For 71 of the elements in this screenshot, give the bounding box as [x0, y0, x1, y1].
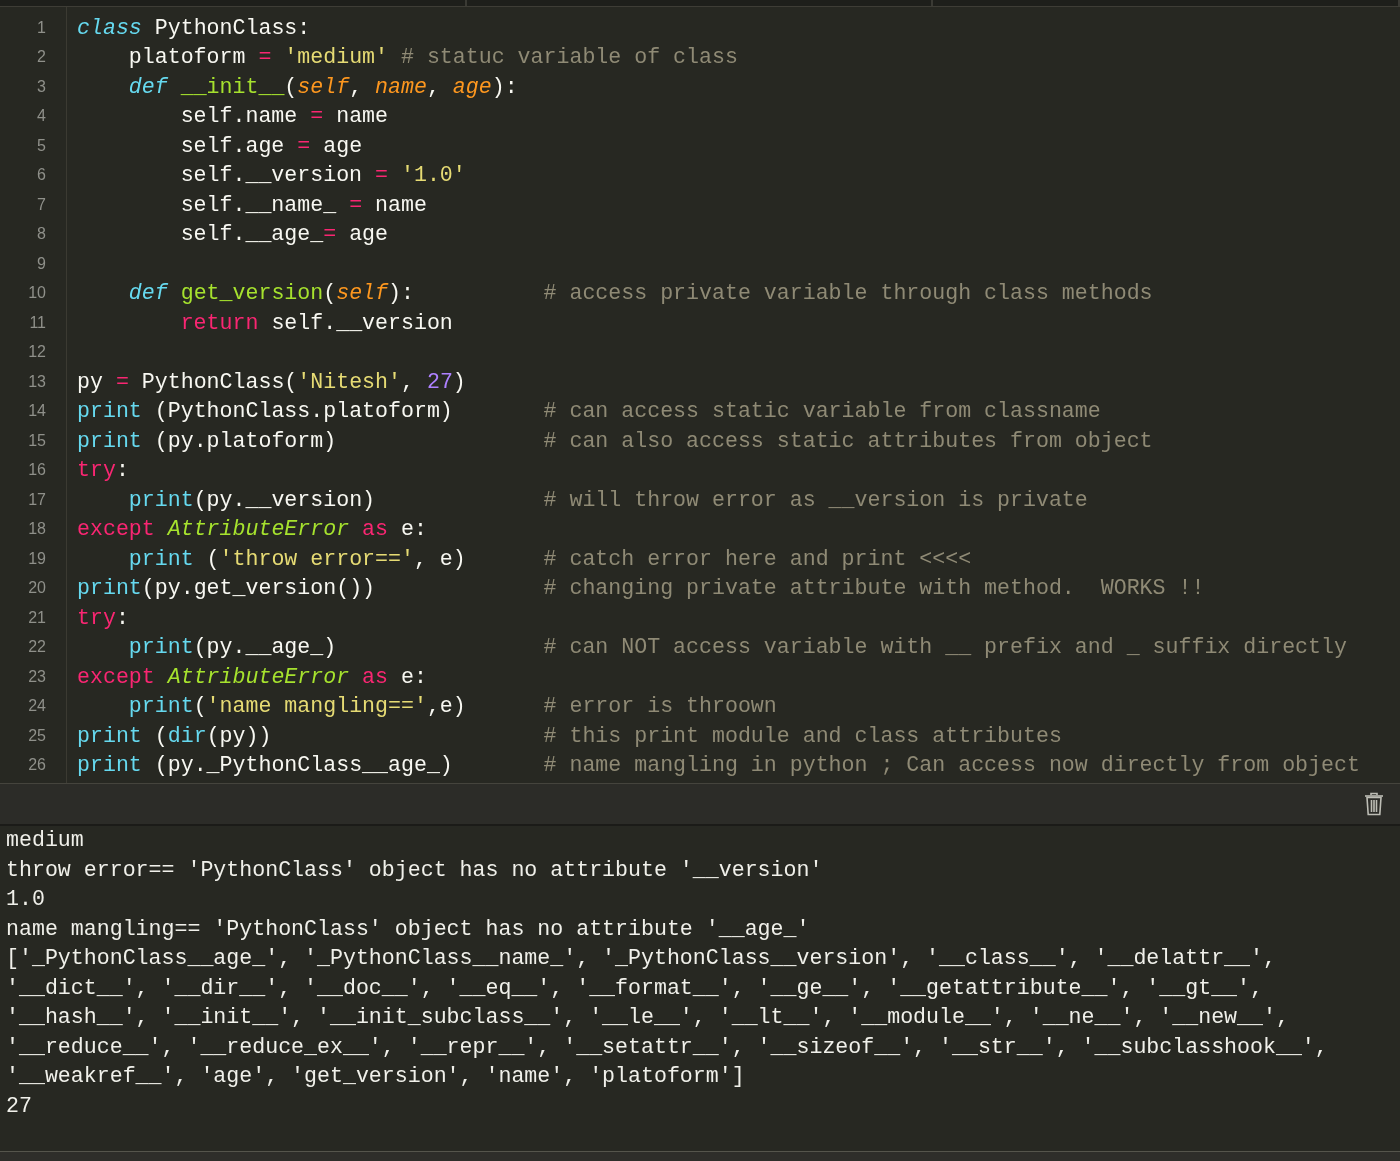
code-comment: # will throw error as __version is private	[543, 487, 1088, 512]
console-output-line: throw error== 'PythonClass' object has no attribute '__version'	[6, 856, 824, 884]
line-number: 6	[36, 166, 46, 185]
code-line: print ('throw error==', e)	[128, 546, 466, 571]
code-line: print (dir(py))	[77, 723, 272, 748]
line-number: 19	[27, 549, 46, 568]
code-comment: # name mangling in python ; Can access now directly from object	[543, 753, 1360, 778]
console-output-line: 1.0	[6, 886, 46, 913]
line-number: 21	[27, 608, 46, 627]
trash-icon[interactable]	[1364, 792, 1384, 816]
code-line: self.__age_= age	[180, 222, 388, 247]
code-line: print (py.platoform)	[77, 428, 337, 453]
line-number: 24	[27, 697, 46, 716]
line-number: 18	[27, 520, 46, 539]
line-number: 2	[36, 48, 46, 67]
code-line: self.__version = '1.0'	[180, 163, 466, 188]
code-comment: # error is throown	[543, 694, 777, 719]
code-comment: # this print module and class attributes	[543, 723, 1062, 748]
code-comment: # can also access static attributes from object	[543, 428, 1153, 453]
code-comment: # catch error here and print <<<<	[543, 546, 972, 571]
code-line: class PythonClass:	[77, 15, 311, 40]
line-number: 25	[27, 726, 46, 745]
line-number: 23	[27, 667, 46, 686]
code-line: self.age = age	[180, 133, 363, 158]
console-output-line: ['_PythonClass__age_', '_PythonClass__name_', '_PythonClass__version', '__class__', '__delattr__',	[6, 945, 1277, 972]
code-comment: # can NOT access variable with __ prefix and _ suffix directly	[543, 635, 1347, 660]
code-line: try:	[77, 605, 129, 630]
console-output-line: name mangling== 'PythonClass' object has no attribute '__age_'	[6, 915, 811, 943]
line-number: 12	[27, 343, 46, 362]
line-number: 7	[36, 195, 46, 214]
line-number: 9	[36, 254, 46, 273]
code-comment: # access private variable through class methods	[543, 281, 1153, 306]
line-number: 22	[27, 638, 46, 657]
code-line: print (PythonClass.platoform)	[77, 399, 453, 424]
line-number: 5	[36, 136, 46, 155]
code-line: print('name mangling==',e)	[128, 694, 466, 719]
code-line: print(py.__age_)	[128, 635, 337, 660]
console-output-line: '__weakref__', 'age', 'get_version', 'name', 'platoform']	[6, 1063, 746, 1090]
line-number: 20	[27, 579, 46, 598]
line-number: 10	[27, 284, 46, 303]
code-line: print(py.get_version())	[77, 576, 376, 601]
line-number: 13	[27, 372, 46, 391]
console-output-line: '__hash__', '__init__', '__init_subclass__', '__le__', '__lt__', '__module__', '__ne__', '__new__',	[6, 1004, 1290, 1031]
console-output-line: 27	[6, 1092, 33, 1120]
line-number: 8	[36, 225, 46, 244]
code-line: self.__name_ = name	[180, 192, 427, 217]
line-number: 14	[27, 402, 46, 421]
code-line: def __init__(self, name, age):	[128, 74, 518, 99]
code-comment: # changing private attribute with method. WORKS !!	[543, 576, 1205, 601]
code-line: try:	[77, 458, 129, 483]
line-number: 1	[36, 18, 46, 37]
code-line: except AttributeError as e:	[77, 664, 427, 689]
code-line: def get_version(self):	[128, 281, 414, 306]
console-output-line: medium	[6, 827, 85, 854]
line-number: 11	[28, 313, 46, 332]
line-number: 15	[27, 431, 46, 450]
line-number: 17	[27, 490, 46, 509]
code-line: platoform = 'medium' # statuc variable of class	[128, 45, 738, 70]
code-line: print (py._PythonClass__age_)	[77, 753, 453, 778]
line-number: 3	[36, 77, 46, 96]
code-line: self.name = name	[180, 104, 388, 129]
code-comment: # can access static variable from classname	[543, 399, 1101, 424]
line-number: 26	[27, 756, 46, 775]
console-output-line: '__dict__', '__dir__', '__doc__', '__eq__', '__format__', '__ge__', '__getattribute__', '__gt__',	[6, 974, 1264, 1002]
line-number: 4	[36, 107, 46, 126]
code-line: py = PythonClass('Nitesh', 27)	[77, 369, 466, 394]
console-output-line: '__reduce__', '__reduce_ex__', '__repr__', '__setattr__', '__sizeof__', '__str__', '__subclasshook__',	[6, 1033, 1329, 1061]
code-line: print(py.__version)	[128, 487, 376, 512]
code-line: return self.__version	[180, 310, 453, 335]
code-line: except AttributeError as e:	[77, 517, 427, 542]
line-number: 16	[27, 461, 46, 480]
